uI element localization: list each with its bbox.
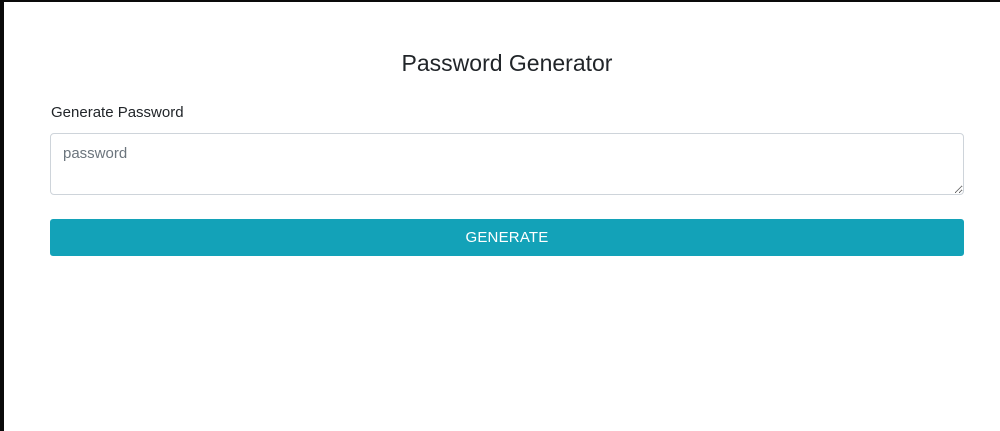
app-window: Password Generator Generate Password GEN… xyxy=(0,0,1000,431)
password-textarea[interactable] xyxy=(50,133,964,195)
generate-password-label: Generate Password xyxy=(51,104,184,121)
page-title: Password Generator xyxy=(401,50,613,76)
generate-button[interactable]: GENERATE xyxy=(50,219,964,256)
